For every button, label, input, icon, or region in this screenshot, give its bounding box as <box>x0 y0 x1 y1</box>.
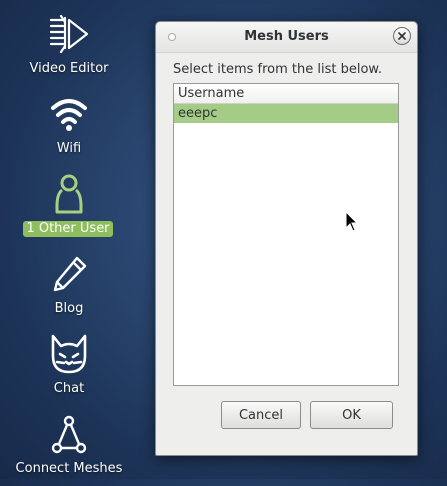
desktop-icon-blog[interactable]: Blog <box>0 246 138 326</box>
desktop-icon-label: Video Editor <box>29 61 109 76</box>
cat-icon <box>47 332 91 376</box>
username-list[interactable]: Username eeepc <box>173 83 399 386</box>
wifi-icon <box>47 92 91 136</box>
window-menu-icon[interactable] <box>168 33 176 41</box>
desktop-icon-label: 1 Other User <box>23 221 113 237</box>
dialog-titlebar[interactable]: Mesh Users <box>156 22 417 53</box>
video-editor-icon <box>47 12 91 56</box>
user-icon <box>47 172 91 216</box>
column-header-username[interactable]: Username <box>174 84 398 104</box>
close-button[interactable] <box>393 27 411 45</box>
mesh-network-icon <box>47 412 91 456</box>
desktop-icon-label: Blog <box>54 301 84 316</box>
close-icon <box>398 32 406 40</box>
cancel-button[interactable]: Cancel <box>221 401 301 429</box>
list-item[interactable]: eeepc <box>174 104 398 123</box>
pencil-icon <box>47 252 91 296</box>
desktop-icon-chat[interactable]: Chat <box>0 326 138 406</box>
desktop-icon-other-user[interactable]: 1 Other User <box>0 166 138 246</box>
ok-button[interactable]: OK <box>310 401 393 429</box>
desktop-icon-connect-meshes[interactable]: Connect Meshes <box>0 406 138 486</box>
dialog-title: Mesh Users <box>244 29 329 44</box>
desktop-icon-wifi[interactable]: Wifi <box>0 86 138 166</box>
desktop-icon-label: Connect Meshes <box>15 461 123 476</box>
mesh-users-dialog: Mesh Users Select items from the list be… <box>155 21 418 456</box>
desktop-icon-video-editor[interactable]: Video Editor <box>0 6 138 86</box>
dialog-prompt: Select items from the list below. <box>173 62 382 77</box>
desktop-icon-label: Chat <box>53 381 85 396</box>
desktop-icon-label: Wifi <box>56 141 82 156</box>
mouse-pointer-icon <box>345 210 359 233</box>
